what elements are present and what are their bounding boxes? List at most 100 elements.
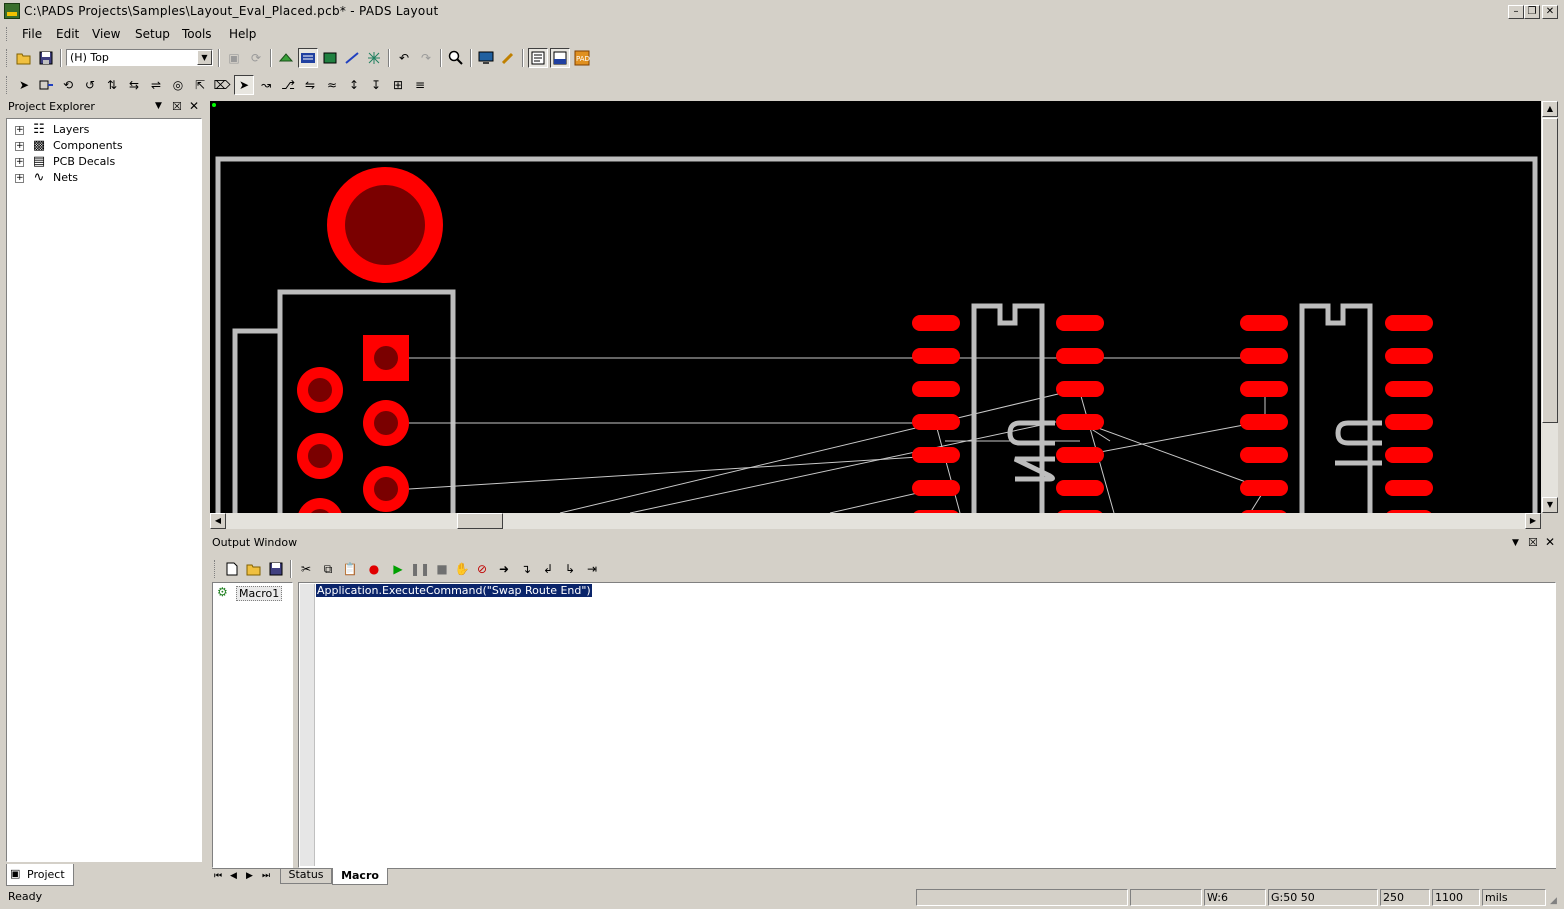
code-line[interactable]: Application.ExecuteCommand("Swap Route E… [316,584,592,597]
first-tab-icon[interactable]: ⏮ [214,871,222,881]
menu-view[interactable]: View [92,27,120,41]
expand-icon[interactable]: + [15,158,24,167]
prev-tab-icon[interactable]: ◀ [230,871,237,881]
project-explorer-toggle-icon[interactable] [528,48,548,68]
add-route-icon[interactable]: ↝ [256,75,276,95]
open-icon[interactable] [244,559,264,579]
menu-setup[interactable]: Setup [135,27,170,41]
toolbar-grip[interactable] [6,76,10,94]
expand-icon[interactable]: + [15,126,24,135]
indent-icon[interactable]: ⇥ [582,559,602,579]
close-icon[interactable]: ✕ [1542,5,1558,19]
macro-list[interactable]: ⚙ Macro1 [212,582,293,868]
step-into-icon[interactable]: ↴ [516,559,536,579]
auto-route-icon[interactable]: ⊞ [388,75,408,95]
close-icon[interactable]: ✕ [1545,535,1555,549]
output-window-toggle-icon[interactable] [550,48,570,68]
design-toolbar-icon[interactable] [298,48,318,68]
route-toolbar-icon[interactable] [342,48,362,68]
macro-item[interactable]: ⚙ Macro1 [216,585,294,601]
swap-pins-icon[interactable]: ⇌ [146,75,166,95]
expand-icon[interactable]: + [15,142,24,151]
scroll-left-icon[interactable]: ◀ [210,513,226,529]
pin-icon[interactable]: ☒ [172,100,182,113]
step-over-icon[interactable]: ↲ [538,559,558,579]
chevron-down-icon[interactable]: ▼ [155,101,162,111]
move-icon[interactable] [36,75,56,95]
swap-parts-icon[interactable]: ⇆ [124,75,144,95]
bus-route-icon[interactable]: ⇋ [300,75,320,95]
properties-icon[interactable]: ▣ [224,48,244,68]
menu-grip[interactable] [6,27,10,41]
chevron-down-icon[interactable]: ▼ [1512,538,1519,548]
macro-editor[interactable]: Application.ExecuteCommand("Swap Route E… [298,582,1556,868]
horizontal-scroll-thumb[interactable] [457,513,503,529]
open-icon[interactable] [14,48,34,68]
restore-icon[interactable]: ❐ [1524,5,1540,19]
copy-icon[interactable]: ⧉ [318,559,338,579]
spin-icon[interactable]: ↺ [80,75,100,95]
rotate-icon[interactable]: ⟲ [58,75,78,95]
undo-icon[interactable]: ↶ [394,48,414,68]
layer-select[interactable]: (H) Top ▼ [66,49,213,66]
step-icon[interactable]: ➜ [494,559,514,579]
cursor-active-icon[interactable]: ➤ [234,75,254,95]
cut-icon[interactable]: ✂ [296,559,316,579]
scroll-right-icon[interactable]: ▶ [1525,513,1541,529]
cleanup-icon[interactable] [498,48,518,68]
add-corner-icon[interactable]: ⇱ [190,75,210,95]
project-tree[interactable]: + ☷ Layers + ▩ Components + ▤ PCB Decals… [6,118,202,862]
menu-help[interactable]: Help [229,27,256,41]
menu-tools[interactable]: Tools [182,27,212,41]
save-icon[interactable] [36,48,56,68]
display-icon[interactable] [476,48,496,68]
next-tab-icon[interactable]: ▶ [246,871,253,881]
run-icon[interactable]: ▶ [388,559,408,579]
chevron-down-icon[interactable]: ▼ [197,50,212,65]
radial-move-icon[interactable]: ◎ [168,75,188,95]
tab-status[interactable]: Status [280,868,332,884]
toolbar-grip[interactable] [214,560,218,578]
scroll-up-icon[interactable]: ▲ [1542,101,1558,117]
menu-file[interactable]: File [22,27,42,41]
scroll-down-icon[interactable]: ▼ [1542,497,1558,513]
breakpoint-icon[interactable]: ⊘ [472,559,492,579]
horizontal-scrollbar[interactable] [210,513,1541,529]
pcb-drawing[interactable] [210,101,1541,513]
menu-edit[interactable]: Edit [56,27,79,41]
stretch-icon[interactable]: ≈ [322,75,342,95]
tab-macro[interactable]: Macro [332,868,388,885]
length-icon[interactable]: ↕ [344,75,364,95]
pause-icon[interactable]: ❚❚ [410,559,430,579]
step-out-icon[interactable]: ↳ [560,559,580,579]
tune-icon[interactable]: ↧ [366,75,386,95]
pads-icon[interactable] [4,3,20,19]
new-icon[interactable] [222,559,242,579]
pin-icon[interactable]: ☒ [1528,536,1538,549]
report-icon[interactable]: ≡ [410,75,430,95]
close-icon[interactable]: ✕ [189,99,199,113]
last-tab-icon[interactable]: ⏭ [262,871,270,881]
stop-icon[interactable]: ■ [432,559,452,579]
router-link-icon[interactable]: PADS [572,48,592,68]
split-icon[interactable]: ⌦ [212,75,232,95]
dynamic-route-icon[interactable]: ⎇ [278,75,298,95]
refresh-icon[interactable]: ⟳ [246,48,266,68]
record-icon[interactable]: ● [364,559,384,579]
save-icon[interactable] [266,559,286,579]
ecoo-toolbar-icon[interactable] [320,48,340,68]
hand-icon[interactable]: ✋ [452,559,472,579]
tab-project[interactable]: ▣ Project [6,864,74,886]
resize-grip-icon[interactable]: ◢ [1550,896,1557,906]
toolbar-grip[interactable] [6,49,10,67]
zoom-icon[interactable] [446,48,466,68]
vertical-scroll-thumb[interactable] [1542,118,1558,423]
expand-icon[interactable]: + [15,174,24,183]
drafting-toolbar-icon[interactable] [276,48,296,68]
select-icon[interactable]: ➤ [14,75,34,95]
pcb-canvas[interactable] [210,101,1541,513]
paste-icon[interactable]: 📋 [340,559,360,579]
flip-icon[interactable]: ⇅ [102,75,122,95]
bga-toolbar-icon[interactable] [364,48,384,68]
minimize-icon[interactable]: – [1508,5,1524,19]
